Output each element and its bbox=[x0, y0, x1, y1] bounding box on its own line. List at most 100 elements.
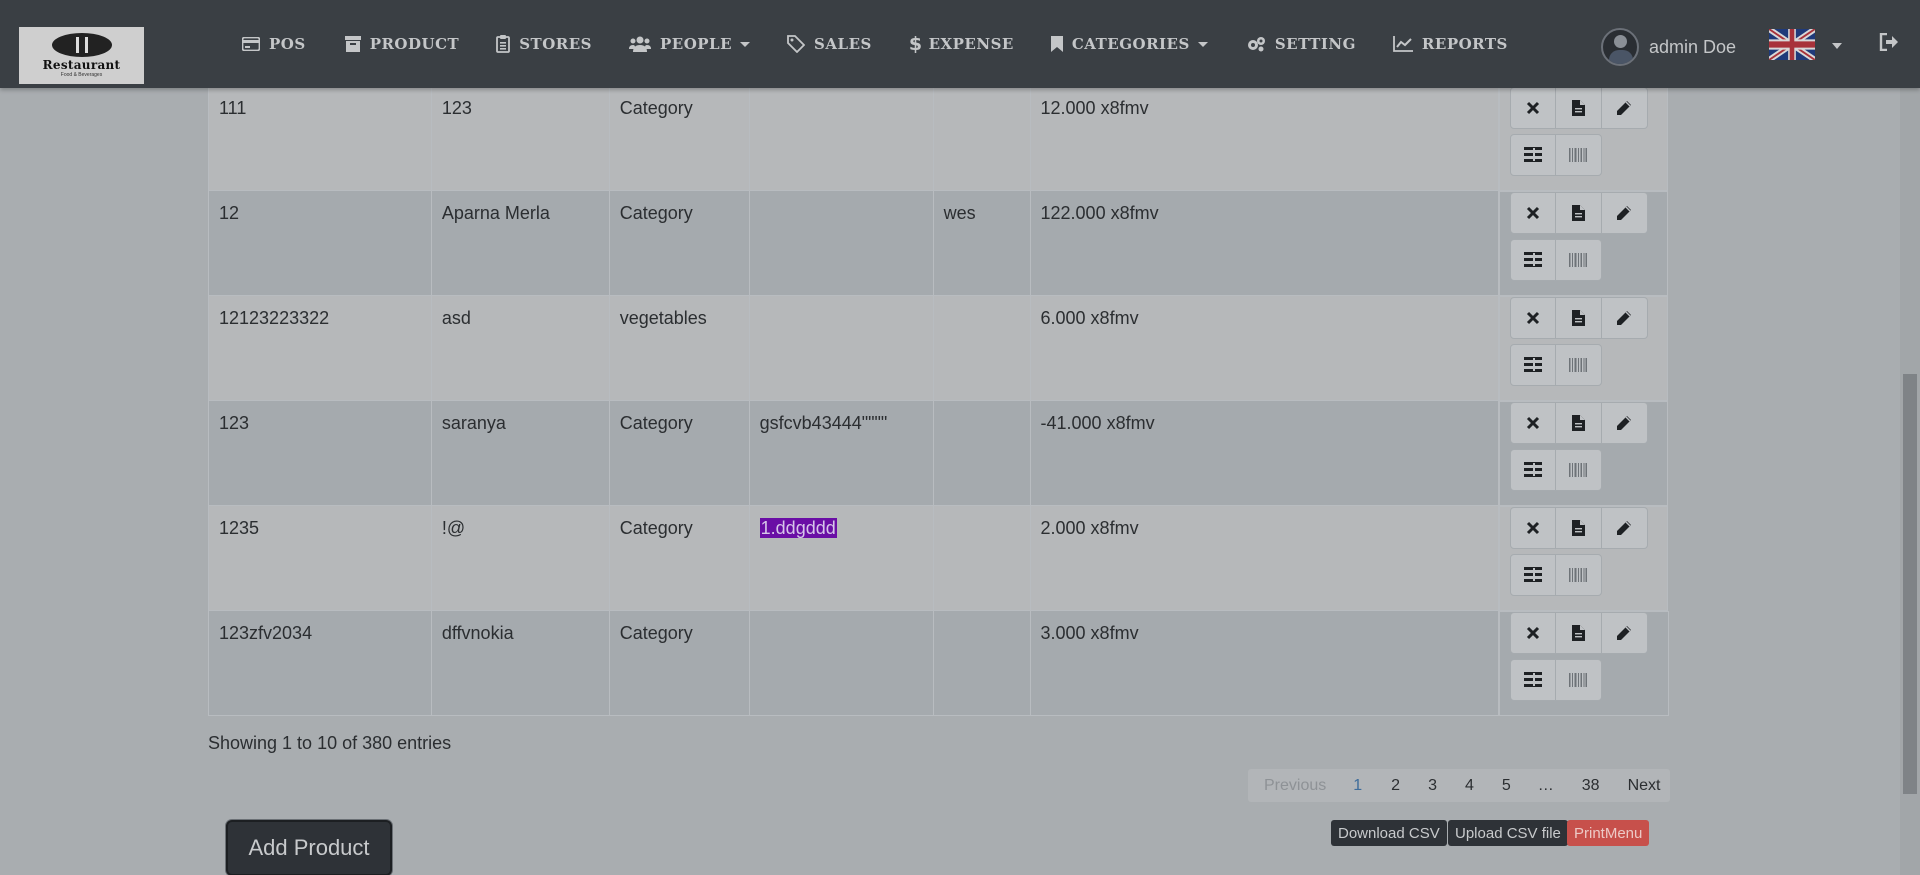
barcode-button[interactable] bbox=[1555, 448, 1602, 491]
product-category: Category bbox=[608, 85, 750, 191]
pagination-page[interactable]: 3 bbox=[1428, 777, 1437, 795]
scrollbar-thumb[interactable] bbox=[1903, 374, 1917, 794]
credit-card-icon bbox=[242, 37, 260, 51]
nav-pos-label: POS bbox=[269, 35, 306, 53]
nav-product[interactable]: PRODUCT bbox=[344, 35, 460, 53]
restaurant-logo[interactable]: Restaurant Food & Beverages bbox=[19, 27, 144, 84]
pagination-page[interactable]: 5 bbox=[1502, 777, 1511, 795]
logout-icon[interactable] bbox=[1879, 32, 1899, 56]
file-icon bbox=[1571, 624, 1585, 641]
upload-csv-button[interactable]: Upload CSV file bbox=[1448, 820, 1568, 846]
barcode-button[interactable] bbox=[1555, 133, 1602, 176]
view-button[interactable] bbox=[1555, 86, 1602, 129]
product-name: asd bbox=[430, 295, 610, 401]
dollar-icon: $ bbox=[908, 33, 923, 55]
edit-button[interactable] bbox=[1601, 296, 1648, 339]
delete-button[interactable] bbox=[1509, 401, 1556, 444]
delete-button[interactable] bbox=[1509, 296, 1556, 339]
pagination-page[interactable]: 1 bbox=[1353, 777, 1362, 795]
nav-people[interactable]: PEOPLE bbox=[629, 35, 751, 53]
product-price: 6.000 x8fmv bbox=[1029, 295, 1499, 401]
details-button[interactable] bbox=[1509, 553, 1556, 596]
nav-stores[interactable]: STORES bbox=[496, 35, 592, 53]
barcode-button[interactable] bbox=[1555, 343, 1602, 386]
language-dropdown-icon[interactable] bbox=[1832, 43, 1842, 49]
list-details-icon bbox=[1523, 672, 1542, 687]
pagination-page[interactable]: 2 bbox=[1391, 777, 1400, 795]
action-row-secondary bbox=[1509, 448, 1657, 491]
product-price: 2.000 x8fmv bbox=[1029, 505, 1499, 611]
bookmark-icon bbox=[1050, 36, 1063, 52]
product-name: !@ bbox=[430, 505, 610, 611]
table-row: 1235 !@ Category 1.ddgddd 2.000 x8fmv bbox=[208, 505, 1669, 611]
nav-categories[interactable]: CATEGORIES bbox=[1050, 35, 1208, 53]
print-menu-button[interactable]: PrintMenu bbox=[1567, 820, 1650, 846]
edit-button[interactable] bbox=[1601, 611, 1648, 654]
top-navbar: Restaurant Food & Beverages POS PRODUCT … bbox=[0, 0, 1920, 88]
edit-button[interactable] bbox=[1601, 86, 1648, 129]
details-button[interactable] bbox=[1509, 133, 1556, 176]
file-icon bbox=[1571, 519, 1585, 536]
barcode-button[interactable] bbox=[1555, 658, 1602, 701]
pagination-previous[interactable]: Previous bbox=[1264, 777, 1326, 795]
details-button[interactable] bbox=[1509, 238, 1556, 281]
view-button[interactable] bbox=[1555, 401, 1602, 444]
file-icon bbox=[1571, 204, 1585, 221]
delete-button[interactable] bbox=[1509, 506, 1556, 549]
details-button[interactable] bbox=[1509, 343, 1556, 386]
product-col5: wes bbox=[932, 190, 1031, 296]
edit-button[interactable] bbox=[1601, 506, 1648, 549]
logo-subtext: Food & Beverages bbox=[60, 72, 103, 78]
avatar bbox=[1601, 28, 1639, 66]
delete-button[interactable] bbox=[1509, 86, 1556, 129]
delete-icon bbox=[1526, 311, 1540, 325]
nav-setting[interactable]: SETTING bbox=[1246, 35, 1356, 53]
list-details-icon bbox=[1523, 147, 1542, 162]
product-col4 bbox=[748, 85, 934, 191]
pagination-next[interactable]: Next bbox=[1628, 777, 1661, 795]
view-button[interactable] bbox=[1555, 506, 1602, 549]
delete-button[interactable] bbox=[1509, 611, 1556, 654]
details-button[interactable] bbox=[1509, 448, 1556, 491]
product-name: saranya bbox=[430, 400, 610, 506]
product-code: 12 bbox=[208, 190, 432, 296]
pagination-page[interactable]: 4 bbox=[1465, 777, 1474, 795]
view-button[interactable] bbox=[1555, 611, 1602, 654]
product-col4 bbox=[748, 610, 934, 716]
delete-button[interactable] bbox=[1509, 191, 1556, 234]
product-price: 3.000 x8fmv bbox=[1029, 610, 1499, 716]
gears-icon bbox=[1246, 36, 1266, 52]
product-price: 122.000 x8fmv bbox=[1029, 190, 1499, 296]
edit-button[interactable] bbox=[1601, 191, 1648, 234]
view-button[interactable] bbox=[1555, 191, 1602, 234]
nav-reports[interactable]: REPORTS bbox=[1393, 35, 1508, 53]
product-code: 111 bbox=[208, 85, 432, 191]
nav-product-label: PRODUCT bbox=[369, 35, 460, 53]
barcode-icon bbox=[1569, 672, 1588, 687]
action-row-primary bbox=[1509, 86, 1657, 129]
barcode-icon bbox=[1569, 357, 1588, 372]
download-csv-button[interactable]: Download CSV bbox=[1331, 820, 1447, 846]
product-category: vegetables bbox=[608, 295, 750, 401]
edit-button[interactable] bbox=[1601, 401, 1648, 444]
row-actions bbox=[1498, 505, 1668, 611]
file-icon bbox=[1571, 309, 1585, 326]
nav-sales[interactable]: SALES bbox=[787, 35, 872, 53]
uk-flag-icon[interactable] bbox=[1769, 29, 1815, 60]
pagination-page[interactable]: 38 bbox=[1582, 777, 1600, 795]
nav-people-label: PEOPLE bbox=[660, 35, 733, 53]
details-button[interactable] bbox=[1509, 658, 1556, 701]
user-menu[interactable]: admin Doe bbox=[1601, 28, 1736, 66]
entries-info: Showing 1 to 10 of 380 entries bbox=[208, 733, 452, 753]
nav-categories-label: CATEGORIES bbox=[1071, 35, 1190, 53]
product-category: Category bbox=[608, 190, 750, 296]
nav-expense-label: EXPENSE bbox=[928, 35, 1014, 53]
nav-expense[interactable]: $ EXPENSE bbox=[909, 33, 1014, 55]
pagination-ellipsis: … bbox=[1537, 776, 1554, 794]
barcode-button[interactable] bbox=[1555, 553, 1602, 596]
barcode-button[interactable] bbox=[1555, 238, 1602, 281]
nav-pos[interactable]: POS bbox=[242, 35, 306, 53]
add-product-button[interactable]: Add Product bbox=[226, 820, 392, 875]
view-button[interactable] bbox=[1555, 296, 1602, 339]
table-row: 12 Aparna Merla Category wes 122.000 x8f… bbox=[208, 190, 1669, 296]
